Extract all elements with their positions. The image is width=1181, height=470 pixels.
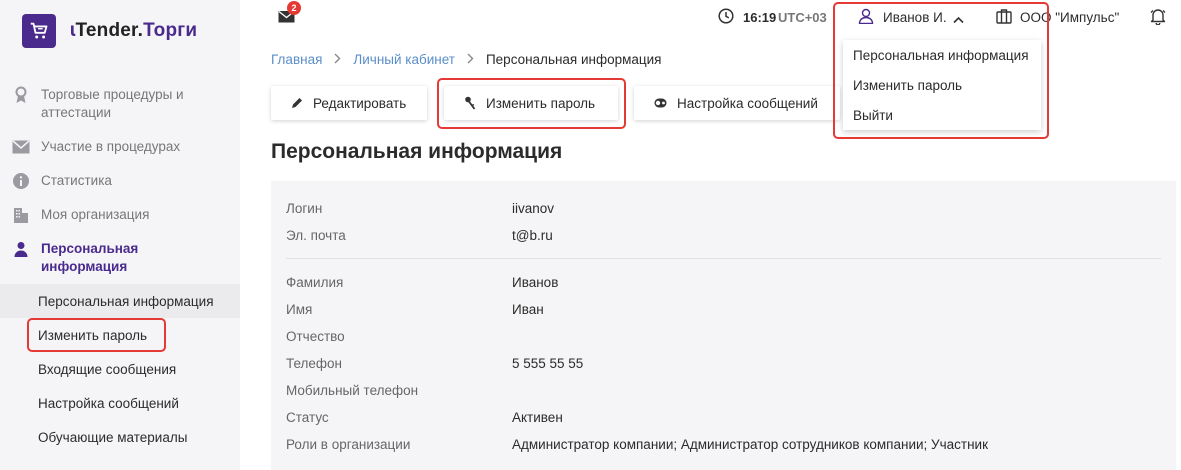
- info-label: Мобильный телефон: [286, 383, 419, 398]
- change-password-label: Изменить пароль: [486, 95, 596, 111]
- mail-count-badge: 2: [287, 1, 301, 15]
- subnav-change-password[interactable]: Изменить пароль: [0, 318, 240, 352]
- info-value: Активен: [512, 410, 563, 425]
- sidebar-item-personal[interactable]: Персональная информация: [0, 240, 240, 276]
- info-value: Иванов: [512, 275, 559, 290]
- message-settings-button[interactable]: Настройка сообщений: [634, 86, 840, 120]
- menu-item-personal-info[interactable]: Персональная информация: [853, 48, 1029, 63]
- subnav-learning[interactable]: Обучающие материалы: [0, 420, 240, 454]
- change-password-button[interactable]: Изменить пароль: [444, 86, 618, 120]
- subnav-label: Персональная информация: [38, 293, 214, 309]
- logo-text: ɩTender.Торги: [70, 20, 198, 41]
- chevron-up-icon[interactable]: [953, 11, 964, 29]
- subnav-label: Обучающие материалы: [38, 429, 188, 445]
- user-menu-toggle[interactable]: Иванов И.: [883, 10, 947, 25]
- personal-info-panel: Логин iivanov Эл. почта t@b.ru Фамилия И…: [271, 181, 1176, 470]
- subnav-label: Входящие сообщения: [38, 361, 177, 377]
- info-value: Иван: [512, 302, 544, 317]
- menu-item-change-password[interactable]: Изменить пароль: [853, 78, 962, 93]
- sidebar-item-label: Торговые процедуры и аттестации: [41, 87, 184, 120]
- info-label: Логин: [286, 201, 323, 216]
- page-title: Персональная информация: [271, 140, 563, 163]
- section-divider: [286, 258, 1161, 259]
- breadcrumb-current: Персональная информация: [485, 52, 662, 67]
- logo-accent: Торги: [143, 20, 198, 41]
- subnav-message-settings[interactable]: Настройка сообщений: [0, 386, 240, 420]
- info-value: iivanov: [512, 201, 555, 216]
- edit-button[interactable]: Редактировать: [271, 86, 427, 120]
- user-icon[interactable]: [858, 8, 874, 29]
- info-value: Администратор компании; Администратор со…: [512, 437, 988, 452]
- ribbon-icon: [10, 86, 32, 104]
- sidebar-item-label: Участие в процедурах: [41, 139, 181, 154]
- info-label: Фамилия: [286, 275, 344, 290]
- sidebar-item-procedures[interactable]: Торговые процедуры и аттестации: [0, 86, 240, 122]
- info-label: Роли в организации: [286, 437, 411, 452]
- message-settings-label: Настройка сообщений: [677, 95, 818, 111]
- info-label: Телефон: [286, 356, 343, 371]
- user-dropdown-menu: Персональная информация Изменить пароль …: [843, 40, 1041, 130]
- subnav-personal-info[interactable]: Персональная информация: [0, 284, 240, 318]
- breadcrumb-home[interactable]: Главная: [271, 52, 322, 67]
- sidebar-item-label: Статистика: [41, 173, 112, 188]
- key-icon: [464, 96, 476, 110]
- subnav-label: Изменить пароль: [38, 327, 148, 343]
- sidebar-item-participation[interactable]: Участие в процедурах: [0, 138, 240, 156]
- sidebar-item-label: Персональная информация: [41, 241, 139, 274]
- breadcrumb-cabinet[interactable]: Личный кабинет: [353, 52, 455, 67]
- envelope-icon: [10, 138, 32, 156]
- menu-item-logout[interactable]: Выйти: [853, 108, 893, 123]
- app-root: ɩTender.Торги Торговые процедуры и аттес…: [0, 0, 1181, 470]
- current-time: 16:19: [743, 10, 777, 25]
- info-label: Отчество: [286, 329, 345, 344]
- info-label: Имя: [286, 302, 313, 317]
- info-label: Эл. почта: [286, 228, 346, 243]
- subnav-inbox[interactable]: Входящие сообщения: [0, 352, 240, 386]
- sidebar: ɩTender.Торги Торговые процедуры и аттес…: [0, 0, 240, 470]
- clock-icon: [718, 8, 734, 29]
- chevron-right-icon: [334, 52, 341, 67]
- logo-brand: Tender.: [75, 20, 144, 41]
- subnav-label: Настройка сообщений: [38, 395, 179, 411]
- info-value: 5 555 55 55: [512, 356, 584, 371]
- info-icon: [10, 172, 32, 190]
- briefcase-icon[interactable]: [996, 8, 1012, 29]
- breadcrumb: Главная Личный кабинет Персональная инфо…: [271, 52, 662, 67]
- edit-button-label: Редактировать: [313, 95, 407, 111]
- organization-switcher[interactable]: ООО "Импульс": [1020, 10, 1119, 25]
- timezone: UTC+03: [778, 10, 827, 25]
- toggle-settings-icon: [654, 98, 667, 108]
- sidebar-item-organization[interactable]: Моя организация: [0, 206, 240, 224]
- person-icon: [10, 240, 32, 258]
- pencil-icon: [291, 97, 303, 109]
- sidebar-item-label: Моя организация: [41, 207, 150, 222]
- sidebar-item-statistics[interactable]: Статистика: [0, 172, 240, 190]
- bell-icon[interactable]: [1150, 7, 1166, 30]
- info-label: Статус: [286, 410, 329, 425]
- cart-logo-icon: [22, 14, 56, 48]
- topbar: 2 16:19 UTC+03 Иванов И. ООО "Импульс": [240, 0, 1181, 36]
- chevron-right-icon: [467, 52, 474, 67]
- logo[interactable]: ɩTender.Торги: [22, 14, 197, 48]
- building-icon: [10, 206, 32, 224]
- info-value: t@b.ru: [512, 228, 553, 243]
